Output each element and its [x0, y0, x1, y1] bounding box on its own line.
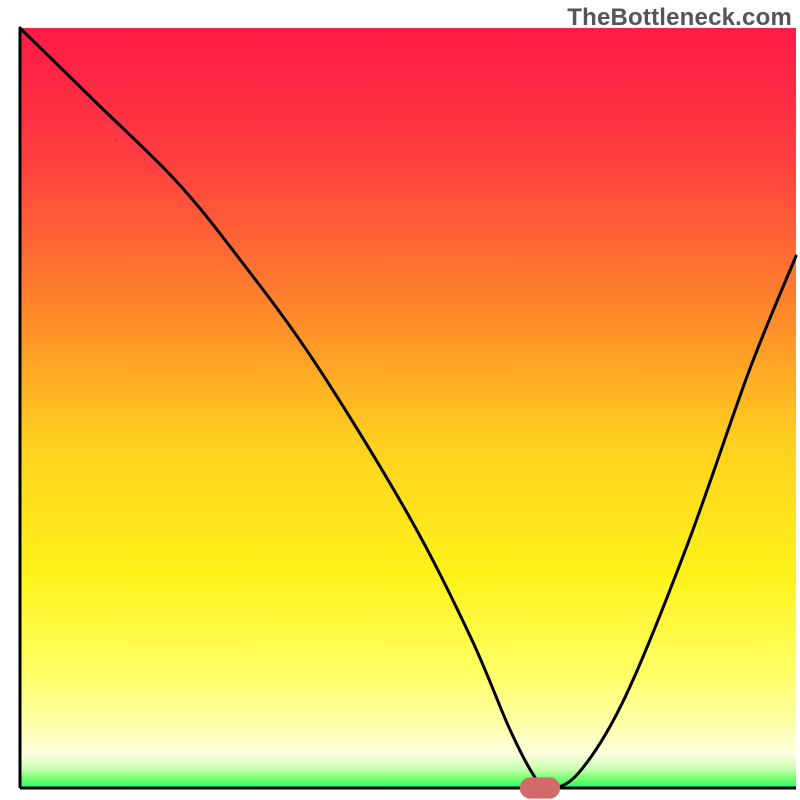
- watermark-text: TheBottleneck.com: [567, 4, 792, 32]
- bottleneck-chart: TheBottleneck.com: [0, 0, 800, 800]
- minimum-marker: [520, 777, 560, 798]
- chart-svg: [0, 0, 800, 800]
